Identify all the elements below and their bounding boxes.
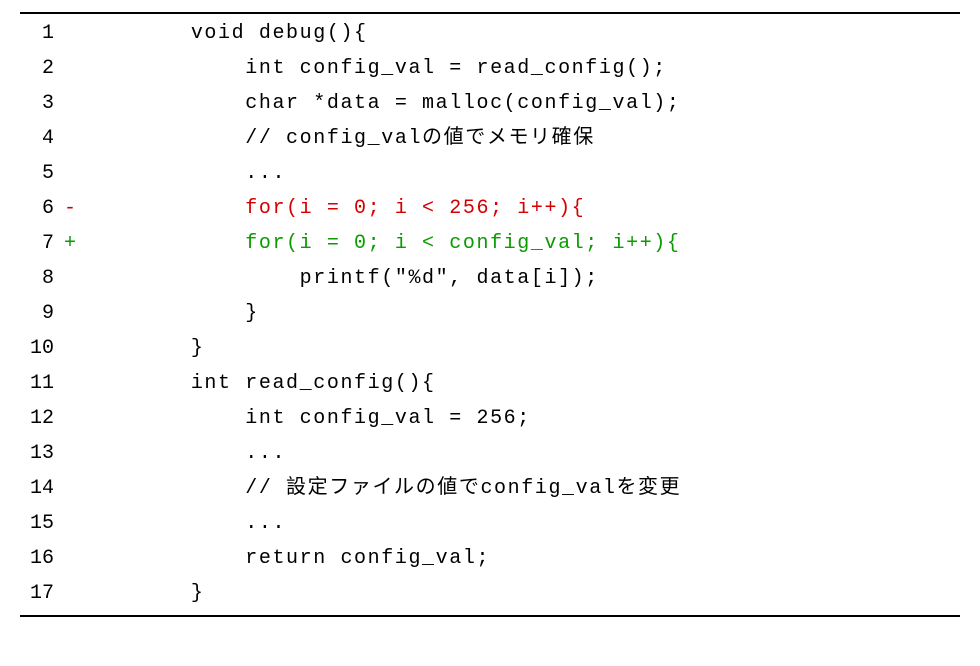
- code-row: 13 ...: [20, 436, 960, 471]
- code-row: 2 int config_val = read_config();: [20, 51, 960, 86]
- code-row: 12 int config_val = 256;: [20, 401, 960, 436]
- line-number: 17: [20, 576, 58, 611]
- code-text: }: [82, 296, 960, 331]
- code-text: ...: [82, 156, 960, 191]
- code-row: 7+ for(i = 0; i < config_val; i++){: [20, 226, 960, 261]
- code-row: 8 printf("%d", data[i]);: [20, 261, 960, 296]
- line-number: 1: [20, 16, 58, 51]
- line-number: 4: [20, 121, 58, 156]
- line-number: 5: [20, 156, 58, 191]
- diff-add-marker: +: [58, 226, 82, 261]
- code-row: 4 // config_valの値でメモリ確保: [20, 121, 960, 156]
- code-text: }: [82, 331, 960, 366]
- code-text: return config_val;: [82, 541, 960, 576]
- code-row: 1 void debug(){: [20, 16, 960, 51]
- code-row: 17 }: [20, 576, 960, 611]
- line-number: 8: [20, 261, 58, 296]
- code-text: ...: [82, 506, 960, 541]
- code-text: for(i = 0; i < 256; i++){: [82, 191, 960, 226]
- line-number: 11: [20, 366, 58, 401]
- line-number: 15: [20, 506, 58, 541]
- code-text: for(i = 0; i < config_val; i++){: [82, 226, 960, 261]
- code-text: int read_config(){: [82, 366, 960, 401]
- diff-remove-marker: -: [58, 191, 82, 226]
- code-row: 10 }: [20, 331, 960, 366]
- code-text: void debug(){: [82, 16, 960, 51]
- code-row: 6- for(i = 0; i < 256; i++){: [20, 191, 960, 226]
- code-text: int config_val = read_config();: [82, 51, 960, 86]
- code-text: int config_val = 256;: [82, 401, 960, 436]
- code-text: ...: [82, 436, 960, 471]
- code-row: 5 ...: [20, 156, 960, 191]
- code-text: }: [82, 576, 960, 611]
- line-number: 13: [20, 436, 58, 471]
- line-number: 9: [20, 296, 58, 331]
- line-number: 12: [20, 401, 58, 436]
- code-text: printf("%d", data[i]);: [82, 261, 960, 296]
- line-number: 14: [20, 471, 58, 506]
- code-listing: 1 void debug(){2 int config_val = read_c…: [20, 12, 960, 617]
- code-row: 9 }: [20, 296, 960, 331]
- line-number: 3: [20, 86, 58, 121]
- code-text: char *data = malloc(config_val);: [82, 86, 960, 121]
- code-row: 11 int read_config(){: [20, 366, 960, 401]
- code-text: // config_valの値でメモリ確保: [82, 121, 960, 156]
- line-number: 16: [20, 541, 58, 576]
- line-number: 10: [20, 331, 58, 366]
- line-number: 2: [20, 51, 58, 86]
- code-row: 14 // 設定ファイルの値でconfig_valを変更: [20, 471, 960, 506]
- code-text: // 設定ファイルの値でconfig_valを変更: [82, 471, 960, 506]
- line-number: 6: [20, 191, 58, 226]
- code-row: 15 ...: [20, 506, 960, 541]
- code-row: 3 char *data = malloc(config_val);: [20, 86, 960, 121]
- code-row: 16 return config_val;: [20, 541, 960, 576]
- line-number: 7: [20, 226, 58, 261]
